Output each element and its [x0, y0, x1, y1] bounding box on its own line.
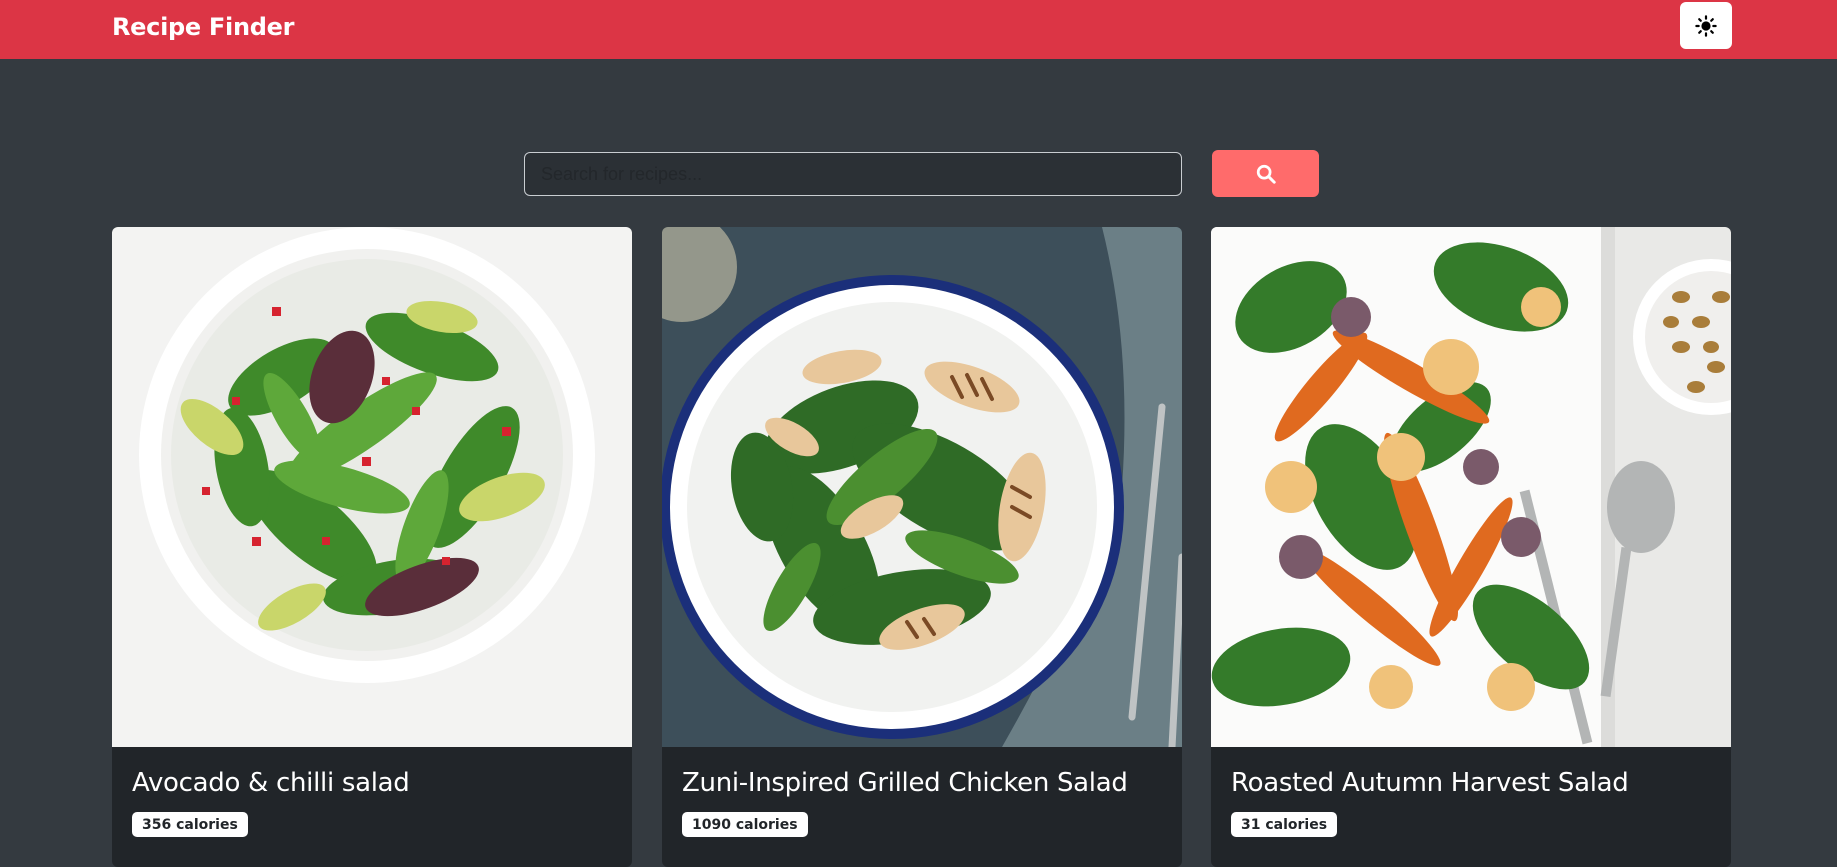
navbar: Recipe Finder — [0, 0, 1837, 59]
search-button[interactable] — [1212, 150, 1319, 197]
calories-badge: 1090 calories — [682, 812, 808, 837]
recipe-card[interactable]: Avocado & chilli salad 356 calories — [112, 227, 632, 867]
recipe-image — [662, 227, 1182, 747]
recipe-image — [1211, 227, 1731, 747]
recipe-image — [112, 227, 632, 747]
recipe-card[interactable]: Zuni-Inspired Grilled Chicken Salad 1090… — [662, 227, 1182, 867]
calories-badge: 31 calories — [1231, 812, 1338, 837]
brand-title[interactable]: Recipe Finder — [112, 12, 294, 42]
recipe-title: Avocado & chilli salad — [132, 768, 410, 798]
theme-toggle-button[interactable] — [1680, 2, 1732, 49]
recipe-card[interactable]: Roasted Autumn Harvest Salad 31 calories — [1211, 227, 1731, 867]
search-input[interactable] — [524, 152, 1182, 196]
search-icon — [1256, 164, 1276, 184]
recipe-title: Roasted Autumn Harvest Salad — [1231, 768, 1629, 798]
calories-badge: 356 calories — [132, 812, 248, 837]
recipe-title: Zuni-Inspired Grilled Chicken Salad — [682, 768, 1128, 798]
sun-icon — [1695, 14, 1717, 37]
